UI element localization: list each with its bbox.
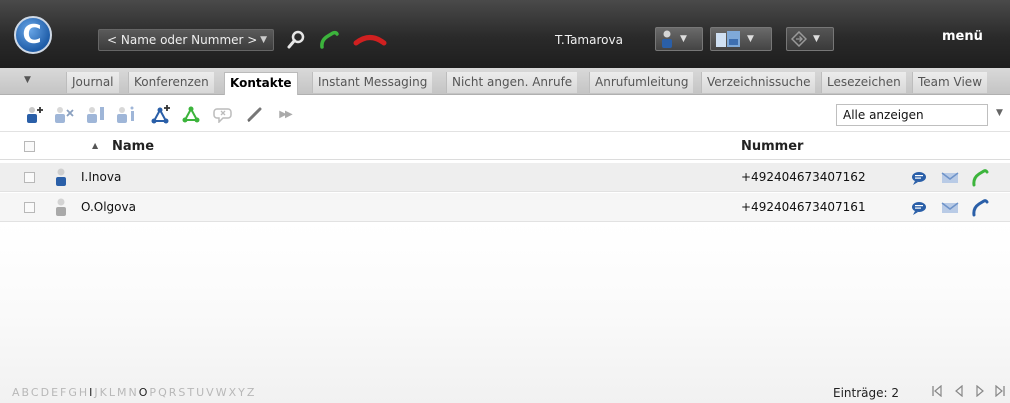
alphabet-letter-a[interactable]: A (12, 386, 22, 399)
alphabet-letter-d[interactable]: D (41, 386, 51, 399)
tab-kontakte[interactable]: Kontakte (224, 72, 298, 95)
alphabet-letter-y[interactable]: Y (238, 386, 247, 399)
tab-journal[interactable]: Journal (66, 72, 119, 93)
empty-list-area (0, 223, 1010, 403)
alphabet-letter-g[interactable]: G (68, 386, 79, 399)
more-icon[interactable]: ▶▶ (274, 104, 296, 124)
phone-device-button[interactable]: ▼ (710, 27, 772, 51)
chat-icon[interactable] (910, 199, 928, 216)
group-icon[interactable] (180, 104, 202, 124)
alphabet-letter-x[interactable]: X (229, 386, 239, 399)
add-group-icon[interactable] (150, 104, 172, 124)
column-header-number[interactable]: Nummer (741, 139, 803, 154)
mail-icon[interactable] (941, 169, 959, 186)
next-page-icon[interactable] (973, 384, 987, 398)
search-input[interactable]: < Name oder Nummer > ▼ (98, 29, 274, 51)
mail-icon[interactable] (941, 199, 959, 216)
tab-anrufumleitung[interactable]: Anrufumleitung (589, 72, 694, 93)
previous-page-icon[interactable] (952, 384, 966, 398)
search-icon[interactable] (284, 28, 308, 52)
row-checkbox[interactable] (24, 172, 35, 183)
alphabet-letter-w[interactable]: W (216, 386, 229, 399)
chat-group-icon[interactable] (212, 104, 234, 124)
chevron-down-icon: ▼ (747, 34, 754, 44)
alphabet-letter-o[interactable]: O (139, 386, 150, 399)
chevron-down-icon: ▼ (680, 34, 687, 44)
alphabet-letter-m[interactable]: M (117, 386, 129, 399)
call-icon[interactable] (971, 168, 989, 186)
pencil-icon[interactable] (244, 104, 266, 124)
forwarding-button[interactable]: ▼ (786, 27, 834, 51)
tab-verzeichnissuche[interactable]: Verzeichnissuche (701, 72, 816, 93)
contact-name: O.Olgova (81, 200, 136, 214)
tab-lesezeichen[interactable]: Lesezeichen (821, 72, 906, 93)
entries-count: Einträge: 2 (833, 386, 900, 400)
table-row[interactable]: O.Olgova +492404673407161 (0, 193, 1010, 222)
alphabet-letter-n[interactable]: N (129, 386, 139, 399)
chat-icon[interactable] (910, 169, 928, 186)
person-icon (662, 30, 672, 48)
alphabet-letter-z[interactable]: Z (247, 386, 257, 399)
alphabet-letter-t[interactable]: T (187, 386, 196, 399)
chevron-down-icon[interactable]: ▼ (260, 30, 267, 50)
contact-number: +492404673407162 (741, 170, 866, 184)
tab-team-view[interactable]: Team View (912, 72, 988, 93)
delete-contact-icon[interactable] (54, 104, 76, 124)
alphabet-letter-k[interactable]: K (100, 386, 109, 399)
alphabet-letter-v[interactable]: V (206, 386, 216, 399)
alphabet-letter-p[interactable]: P (149, 386, 158, 399)
alphabet-letter-r[interactable]: R (169, 386, 179, 399)
presence-status-button[interactable]: ▼ (655, 27, 703, 51)
alphabet-letter-c[interactable]: C (31, 386, 41, 399)
search-placeholder: < Name oder Nummer > (107, 33, 258, 47)
table-header: ▲ Name Nummer (0, 133, 1010, 160)
hangup-icon[interactable] (352, 28, 388, 52)
contacts-filter-select[interactable]: Alle anzeigen (836, 104, 988, 126)
diamond-icon (791, 31, 807, 47)
phone-device-icon (716, 31, 740, 47)
column-header-name[interactable]: Name (112, 139, 154, 154)
add-contact-icon[interactable] (24, 104, 46, 124)
last-page-icon[interactable] (993, 384, 1007, 398)
row-checkbox[interactable] (24, 202, 35, 213)
alphabet-filter: ABCDEFGHIJKLMNOPQRSTUVWXYZ (12, 386, 256, 399)
current-user-name: T.Tamarova (555, 33, 623, 47)
person-icon (56, 168, 66, 186)
sort-ascending-icon[interactable]: ▲ (92, 141, 98, 150)
tab-konferenzen[interactable]: Konferenzen (128, 72, 214, 93)
contact-number: +492404673407161 (741, 200, 866, 214)
select-all-checkbox[interactable] (24, 141, 35, 152)
dial-icon[interactable] (318, 28, 342, 52)
tab-nicht-angen-anrufe[interactable]: Nicht angen. Anrufe (446, 72, 578, 93)
chevron-down-icon[interactable]: ▼ (996, 108, 1003, 118)
app-logo[interactable]: C (14, 16, 52, 54)
edit-contact-icon[interactable] (86, 104, 108, 124)
contact-info-icon[interactable] (116, 104, 138, 124)
alphabet-letter-b[interactable]: B (22, 386, 31, 399)
alphabet-letter-e[interactable]: E (51, 386, 60, 399)
person-icon (56, 198, 66, 216)
alphabet-letter-u[interactable]: U (196, 386, 206, 399)
alphabet-letter-q[interactable]: Q (158, 386, 169, 399)
tab-instant-messaging[interactable]: Instant Messaging (312, 72, 433, 93)
tab-menu-chevron-icon[interactable]: ▼ (24, 75, 31, 85)
tab-bar: ▼ Journal Konferenzen Kontakte Instant M… (0, 68, 1010, 95)
call-icon[interactable] (971, 198, 989, 216)
menu-button[interactable]: menü (942, 29, 983, 44)
alphabet-letter-l[interactable]: L (109, 386, 117, 399)
first-page-icon[interactable] (930, 384, 944, 398)
top-bar: C < Name oder Nummer > ▼ T.Tamarova ▼ ▼ … (0, 0, 1010, 68)
contact-name: I.Inova (81, 170, 122, 184)
alphabet-letter-h[interactable]: H (79, 386, 89, 399)
chevron-down-icon: ▼ (813, 34, 820, 44)
table-row[interactable]: I.Inova +492404673407162 (0, 163, 1010, 192)
